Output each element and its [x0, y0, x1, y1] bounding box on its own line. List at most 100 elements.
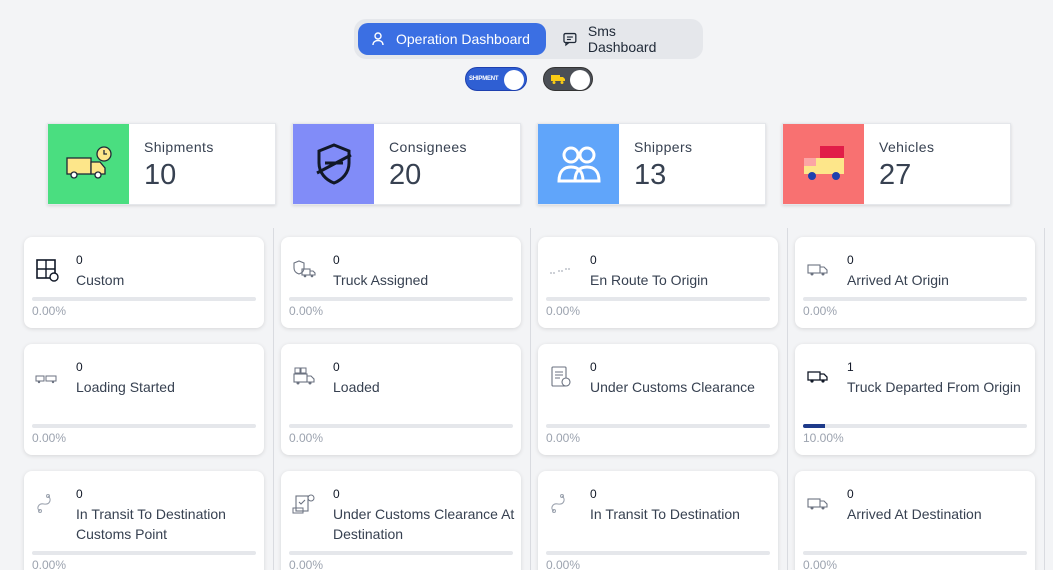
truck-depart-icon — [805, 364, 831, 390]
stat-value: 10 — [144, 159, 177, 191]
status-count: 0 — [333, 487, 340, 501]
stat-card-shipments: Shipments 10 — [47, 123, 276, 205]
status-card-loading-started[interactable]: 0 Loading Started 0.00% — [24, 344, 264, 455]
status-count: 0 — [847, 487, 854, 501]
status-label: Under Customs Clearance — [590, 379, 755, 395]
toggle-knob — [570, 70, 590, 90]
status-count: 0 — [333, 360, 340, 374]
status-label: Truck Assigned — [333, 272, 429, 288]
status-count: 0 — [590, 360, 597, 374]
status-progress-bar — [546, 551, 770, 555]
stat-icon-box — [293, 124, 374, 204]
clipboard-icon — [548, 364, 574, 390]
status-count: 0 — [76, 253, 83, 267]
status-percent: 0.00% — [32, 558, 67, 570]
status-card-loaded[interactable]: 0 Loaded 0.00% — [281, 344, 521, 455]
status-percent: 0.00% — [32, 431, 67, 445]
status-label: Under Customs Clearance At Destination — [333, 506, 515, 542]
status-progress-bar — [289, 424, 513, 428]
status-progress-bar — [803, 551, 1027, 555]
stat-value: 20 — [389, 159, 422, 191]
status-label: Loaded — [333, 379, 380, 395]
route-icon — [548, 257, 574, 283]
stat-icon-box — [783, 124, 864, 204]
status-count: 0 — [590, 487, 597, 501]
stat-card-vehicles: Vehicles 27 — [782, 123, 1011, 205]
status-label: Custom — [76, 272, 125, 288]
stat-value: 13 — [634, 159, 667, 191]
status-card-custom[interactable]: 0 Custom 0.00% — [24, 237, 264, 328]
stat-value: 27 — [879, 159, 912, 191]
column-divider — [1044, 228, 1045, 570]
status-progress-bar — [289, 297, 513, 301]
status-label: Loading Started — [76, 379, 175, 395]
status-progress-bar — [546, 297, 770, 301]
stat-label: Shippers — [634, 139, 693, 155]
status-percent: 0.00% — [289, 558, 324, 570]
status-label: Arrived At Origin — [847, 272, 949, 288]
stat-icon-box — [538, 124, 619, 204]
status-percent: 0.00% — [546, 431, 581, 445]
status-label: Arrived At Destination — [847, 506, 982, 522]
users-icon — [556, 146, 601, 183]
status-card-in-transit-to-destination-customs-point[interactable]: 0 In Transit To Destination Customs Point… — [24, 471, 264, 570]
status-count: 0 — [333, 253, 340, 267]
transit-path-icon — [34, 491, 60, 517]
status-card-under-customs-clearance-at-destination[interactable]: 0 Under Customs Clearance At Destination 0… — [281, 471, 521, 570]
status-percent: 0.00% — [546, 558, 581, 570]
column-divider — [787, 228, 788, 570]
truck-check-icon — [291, 257, 317, 283]
status-progress-fill — [803, 424, 826, 428]
calculator-icon — [34, 257, 60, 283]
truck-icon — [551, 75, 565, 84]
status-progress-bar — [32, 424, 256, 428]
status-card-in-transit-to-destination[interactable]: 0 In Transit To Destination 0.00% — [538, 471, 778, 570]
tab-label: Operation Dashboard — [396, 31, 530, 47]
status-progress-bar — [546, 424, 770, 428]
status-progress-bar — [803, 424, 1027, 428]
status-percent: 0.00% — [32, 304, 67, 318]
status-count: 0 — [847, 253, 854, 267]
shipment-toggle[interactable]: SHIPMENT — [465, 67, 527, 91]
status-label: In Transit To Destination Customs Point — [76, 506, 226, 542]
tab-operation-dashboard[interactable]: Operation Dashboard — [358, 23, 547, 55]
tab-sms-dashboard[interactable]: Sms Dashboard — [550, 23, 699, 55]
status-percent: 10.00% — [803, 431, 844, 445]
stat-label: Vehicles — [879, 139, 935, 155]
status-percent: 0.00% — [803, 558, 838, 570]
status-label: In Transit To Destination — [590, 506, 740, 522]
column-divider — [530, 228, 531, 570]
status-card-arrived-at-destination[interactable]: 0 Arrived At Destination 0.00% — [795, 471, 1035, 570]
status-progress-bar — [32, 551, 256, 555]
status-progress-bar — [32, 297, 256, 301]
status-card-under-customs-clearance[interactable]: 0 Under Customs Clearance 0.00% — [538, 344, 778, 455]
transit-path-icon — [548, 491, 574, 517]
status-progress-bar — [803, 297, 1027, 301]
dashboard-tab-bar: Operation Dashboard Sms Dashboard — [354, 19, 703, 59]
status-card-truck-assigned[interactable]: 0 Truck Assigned 0.00% — [281, 237, 521, 328]
status-count: 0 — [76, 360, 83, 374]
customs-doc-icon — [291, 491, 317, 517]
vehicle-toggle[interactable] — [543, 67, 593, 91]
stat-label: Shipments — [144, 139, 214, 155]
status-label: Truck Departed From Origin — [847, 379, 1021, 395]
user-icon — [372, 32, 384, 46]
stat-card-shippers: Shippers 13 — [537, 123, 766, 205]
delivery-truck-icon — [803, 146, 844, 180]
status-card-truck-departed-from-origin[interactable]: 1 Truck Departed From Origin 10.00% — [795, 344, 1035, 455]
status-percent: 0.00% — [289, 431, 324, 445]
stat-icon-box — [48, 124, 129, 204]
loading-icon — [34, 364, 60, 390]
status-percent: 0.00% — [546, 304, 581, 318]
chat-icon — [563, 32, 577, 47]
tab-label: Sms Dashboard — [587, 23, 657, 55]
status-card-en-route-to-origin[interactable]: 0 En Route To Origin 0.00% — [538, 237, 778, 328]
status-card-arrived-at-origin[interactable]: 0 Arrived At Origin 0.00% — [795, 237, 1035, 328]
truck-clock-icon — [65, 146, 112, 179]
status-count: 0 — [76, 487, 83, 501]
toggle-knob — [504, 70, 524, 90]
status-percent: 0.00% — [289, 304, 324, 318]
truck-arrive-icon — [805, 491, 831, 517]
shield-icon — [315, 143, 352, 185]
status-progress-bar — [289, 551, 513, 555]
